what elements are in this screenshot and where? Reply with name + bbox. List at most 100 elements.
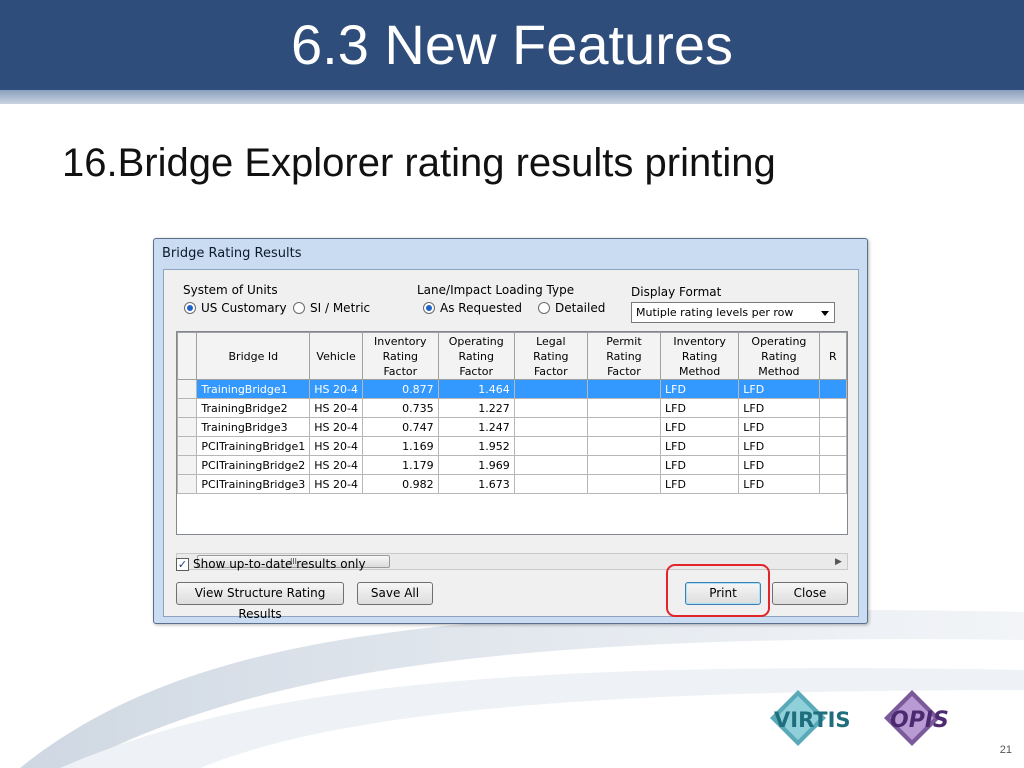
table-cell[interactable]: HS 20-4: [309, 417, 363, 437]
table-row[interactable]: TrainingBridge1 HS 20-4 0.877 1.464 LFD LFD: [177, 379, 847, 399]
table-cell[interactable]: PCITrainingBridge2: [196, 455, 311, 475]
table-cell[interactable]: 1.464: [437, 379, 515, 399]
display-format-select[interactable]: Mutiple rating levels per row: [631, 302, 835, 323]
save-all-button[interactable]: Save All: [357, 582, 433, 605]
opis-logo-text: OPIS: [890, 708, 949, 733]
display-format-value: Mutiple rating levels per row: [636, 306, 794, 319]
column-header-truncated[interactable]: R: [818, 332, 847, 380]
table-cell[interactable]: 0.747: [361, 417, 439, 437]
table-cell[interactable]: [513, 417, 588, 437]
row-selector[interactable]: [177, 436, 198, 456]
table-cell[interactable]: TrainingBridge2: [196, 398, 311, 418]
row-selector-header: [177, 332, 198, 380]
table-cell[interactable]: 1.247: [437, 417, 515, 437]
table-row[interactable]: TrainingBridge3 HS 20-4 0.747 1.247 LFD LFD: [177, 417, 847, 437]
table-row[interactable]: PCITrainingBridge3 HS 20-4 0.982 1.673 LFD LF…: [177, 474, 847, 494]
table-cell[interactable]: 1.952: [437, 436, 515, 456]
table-cell[interactable]: LFD: [659, 455, 740, 475]
column-header-legal-rating-factor[interactable]: Legal Rating Factor: [513, 332, 588, 380]
table-cell[interactable]: [586, 417, 661, 437]
loading-group-label: Lane/Impact Loading Type: [417, 283, 575, 297]
table-cell[interactable]: 0.982: [361, 474, 439, 494]
table-cell[interactable]: LFD: [659, 379, 740, 399]
table-cell[interactable]: 1.169: [361, 436, 439, 456]
table-row[interactable]: PCITrainingBridge2 HS 20-4 1.179 1.969 LFD LF…: [177, 455, 847, 475]
table-cell[interactable]: LFD: [659, 398, 740, 418]
scroll-right-icon[interactable]: ▶: [830, 554, 847, 569]
table-cell[interactable]: [818, 398, 847, 418]
chevron-down-icon: [821, 311, 829, 316]
table-cell[interactable]: [818, 474, 847, 494]
virtis-logo: VIRTIS: [770, 690, 851, 746]
show-uptodate-checkbox[interactable]: ✓ Show up-to-date results only: [176, 557, 366, 571]
column-header-inventory-rating-factor[interactable]: Inventory Rating Factor: [361, 332, 439, 380]
radio-as-requested[interactable]: As Requested: [423, 301, 522, 315]
table-cell[interactable]: [586, 455, 661, 475]
radio-detailed[interactable]: Detailed: [538, 301, 605, 315]
table-cell[interactable]: LFD: [659, 474, 740, 494]
table-cell[interactable]: 1.179: [361, 455, 439, 475]
table-cell[interactable]: LFD: [738, 436, 820, 456]
units-group-label: System of Units: [183, 283, 278, 297]
table-cell[interactable]: [818, 379, 847, 399]
row-selector[interactable]: [177, 398, 198, 418]
table-cell[interactable]: [586, 474, 661, 494]
table-cell[interactable]: PCITrainingBridge3: [196, 474, 311, 494]
table-row[interactable]: PCITrainingBridge1 HS 20-4 1.169 1.952 LFD LF…: [177, 436, 847, 456]
column-header-vehicle[interactable]: Vehicle: [309, 332, 363, 380]
table-cell[interactable]: [586, 436, 661, 456]
table-cell[interactable]: HS 20-4: [309, 455, 363, 475]
table-cell[interactable]: HS 20-4: [309, 436, 363, 456]
table-cell[interactable]: LFD: [738, 379, 820, 399]
column-header-permit-rating-factor[interactable]: Permit Rating Factor: [586, 332, 661, 380]
table-row[interactable]: TrainingBridge2 HS 20-4 0.735 1.227 LFD LFD: [177, 398, 847, 418]
column-header-bridge-id[interactable]: Bridge Id: [196, 332, 311, 380]
close-button[interactable]: Close: [772, 582, 848, 605]
table-cell[interactable]: LFD: [738, 417, 820, 437]
table-cell[interactable]: LFD: [738, 455, 820, 475]
table-cell[interactable]: 1.673: [437, 474, 515, 494]
page-number: 21: [999, 744, 1012, 756]
table-cell[interactable]: HS 20-4: [309, 398, 363, 418]
table-cell[interactable]: PCITrainingBridge1: [196, 436, 311, 456]
radio-dot: [423, 302, 435, 314]
table-cell[interactable]: HS 20-4: [309, 474, 363, 494]
table-cell[interactable]: 0.877: [361, 379, 439, 399]
slide-subtitle: 16.Bridge Explorer rating results printi…: [62, 141, 776, 185]
table-cell[interactable]: TrainingBridge1: [196, 379, 311, 399]
table-cell[interactable]: [818, 436, 847, 456]
table-cell[interactable]: [513, 436, 588, 456]
table-cell[interactable]: 1.227: [437, 398, 515, 418]
radio-label: SI / Metric: [310, 301, 371, 315]
table-cell[interactable]: HS 20-4: [309, 379, 363, 399]
row-selector[interactable]: [177, 455, 198, 475]
table-cell[interactable]: TrainingBridge3: [196, 417, 311, 437]
table-cell[interactable]: LFD: [738, 474, 820, 494]
table-cell[interactable]: [513, 398, 588, 418]
slide-title: 6.3 New Features: [291, 13, 733, 76]
row-selector[interactable]: [177, 417, 198, 437]
table-cell[interactable]: [586, 398, 661, 418]
view-structure-rating-results-button[interactable]: View Structure Rating Results: [176, 582, 344, 621]
table-cell[interactable]: [586, 379, 661, 399]
table-cell[interactable]: 1.969: [437, 455, 515, 475]
table-cell[interactable]: [513, 474, 588, 494]
column-header-inventory-rating-method[interactable]: Inventory Rating Method: [659, 332, 740, 380]
table-cell[interactable]: [513, 455, 588, 475]
table-cell[interactable]: 0.735: [361, 398, 439, 418]
table-cell[interactable]: LFD: [659, 417, 740, 437]
row-selector[interactable]: [177, 379, 198, 399]
table-cell[interactable]: [513, 379, 588, 399]
radio-si-metric[interactable]: SI / Metric: [293, 301, 370, 315]
checkmark-icon: ✓: [176, 557, 189, 571]
table-cell[interactable]: LFD: [738, 398, 820, 418]
table-cell[interactable]: [818, 417, 847, 437]
row-selector[interactable]: [177, 474, 198, 494]
rating-results-grid: Bridge Id Vehicle Inventory Rating Facto…: [176, 331, 848, 535]
table-cell[interactable]: LFD: [659, 436, 740, 456]
column-header-operating-rating-factor[interactable]: Operating Rating Factor: [437, 332, 515, 380]
table-cell[interactable]: [818, 455, 847, 475]
radio-us-customary[interactable]: US Customary: [184, 301, 287, 315]
dialog-title: Bridge Rating Results: [162, 246, 302, 261]
column-header-operating-rating-method[interactable]: Operating Rating Method: [738, 332, 820, 380]
